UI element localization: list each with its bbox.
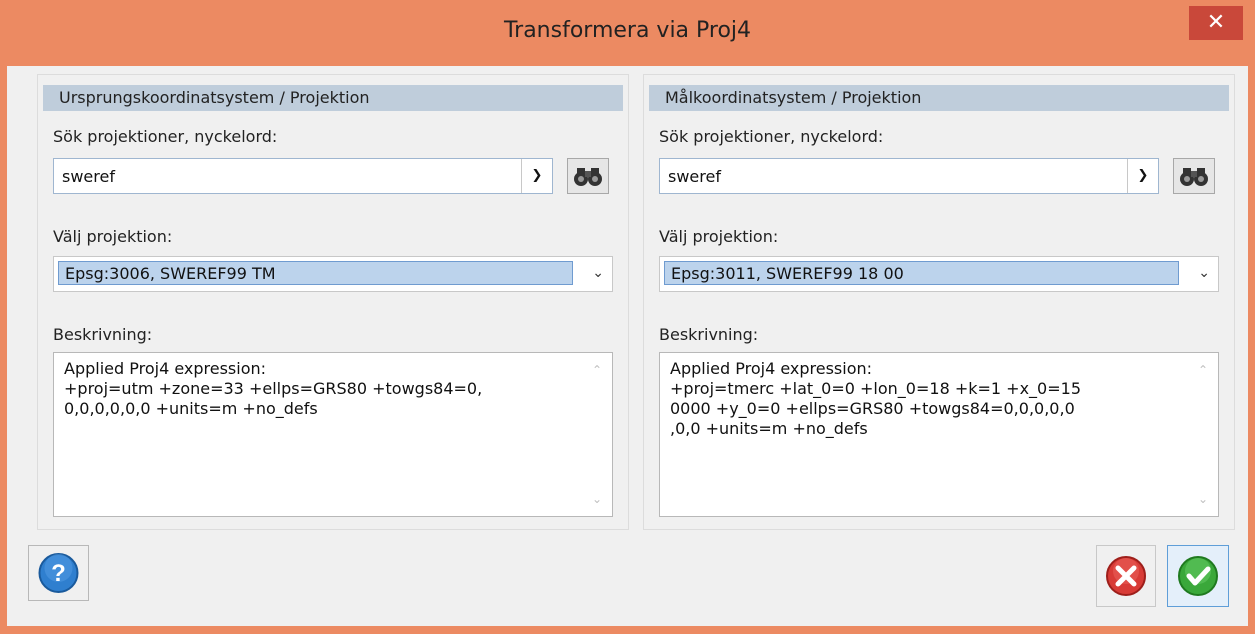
close-button[interactable]: ✕ — [1189, 6, 1243, 40]
source-projection-select[interactable]: Epsg:3006, SWEREF99 TM ⌄ — [53, 256, 613, 292]
scroll-up-icon[interactable]: ⌃ — [1198, 363, 1208, 377]
chevron-down-icon[interactable]: ⌄ — [592, 265, 604, 281]
dialog-body: Ursprungskoordinatsystem / Projektion Sö… — [7, 66, 1248, 626]
target-panel-header: Målkoordinatsystem / Projektion — [649, 85, 1229, 111]
source-choose-label: Välj projektion: — [53, 227, 173, 246]
binoculars-icon — [1180, 168, 1208, 186]
source-search-combo[interactable]: sweref ❯ — [53, 158, 553, 194]
source-description-label: Beskrivning: — [53, 325, 153, 344]
target-projection-select[interactable]: Epsg:3011, SWEREF99 18 00 ⌄ — [659, 256, 1219, 292]
target-selected-projection[interactable]: Epsg:3011, SWEREF99 18 00 — [664, 261, 1179, 285]
target-description-label: Beskrivning: — [659, 325, 759, 344]
source-selected-projection[interactable]: Epsg:3006, SWEREF99 TM — [58, 261, 573, 285]
source-panel: Ursprungskoordinatsystem / Projektion Sö… — [37, 74, 629, 530]
help-button[interactable]: ? — [28, 545, 89, 601]
window-title: Transformera via Proj4 — [503, 18, 752, 43]
binoculars-icon — [574, 168, 602, 186]
chevron-down-icon[interactable]: ❯ — [1127, 159, 1158, 193]
title-bar: Transformera via Proj4 ✕ — [0, 0, 1255, 66]
target-search-input[interactable]: sweref — [668, 167, 721, 186]
chevron-down-icon[interactable]: ❯ — [521, 159, 552, 193]
cancel-icon — [1106, 556, 1146, 596]
svg-text:?: ? — [51, 560, 66, 587]
target-description-box[interactable]: Applied Proj4 expression: +proj=tmerc +l… — [659, 352, 1219, 517]
source-search-input[interactable]: sweref — [62, 167, 115, 186]
scroll-down-icon[interactable]: ⌄ — [1198, 492, 1208, 506]
chevron-down-icon[interactable]: ⌄ — [1198, 265, 1210, 281]
dialog-window: Transformera via Proj4 ✕ Ursprungskoordi… — [0, 0, 1255, 634]
source-panel-header: Ursprungskoordinatsystem / Projektion — [43, 85, 623, 111]
target-choose-label: Välj projektion: — [659, 227, 779, 246]
scroll-up-icon[interactable]: ⌃ — [592, 363, 602, 377]
target-search-combo[interactable]: sweref ❯ — [659, 158, 1159, 194]
help-icon: ? — [38, 553, 79, 593]
source-description-text: Applied Proj4 expression: +proj=utm +zon… — [64, 359, 483, 418]
target-search-label: Sök projektioner, nyckelord: — [659, 127, 884, 146]
target-description-text: Applied Proj4 expression: +proj=tmerc +l… — [670, 359, 1081, 438]
scroll-down-icon[interactable]: ⌄ — [592, 492, 602, 506]
ok-button[interactable] — [1167, 545, 1229, 607]
source-search-label: Sök projektioner, nyckelord: — [53, 127, 278, 146]
cancel-button[interactable] — [1096, 545, 1156, 607]
source-search-button[interactable] — [567, 158, 609, 194]
close-icon: ✕ — [1206, 10, 1226, 35]
target-search-button[interactable] — [1173, 158, 1215, 194]
ok-icon — [1178, 556, 1218, 596]
source-description-box[interactable]: Applied Proj4 expression: +proj=utm +zon… — [53, 352, 613, 517]
target-panel: Målkoordinatsystem / Projektion Sök proj… — [643, 74, 1235, 530]
